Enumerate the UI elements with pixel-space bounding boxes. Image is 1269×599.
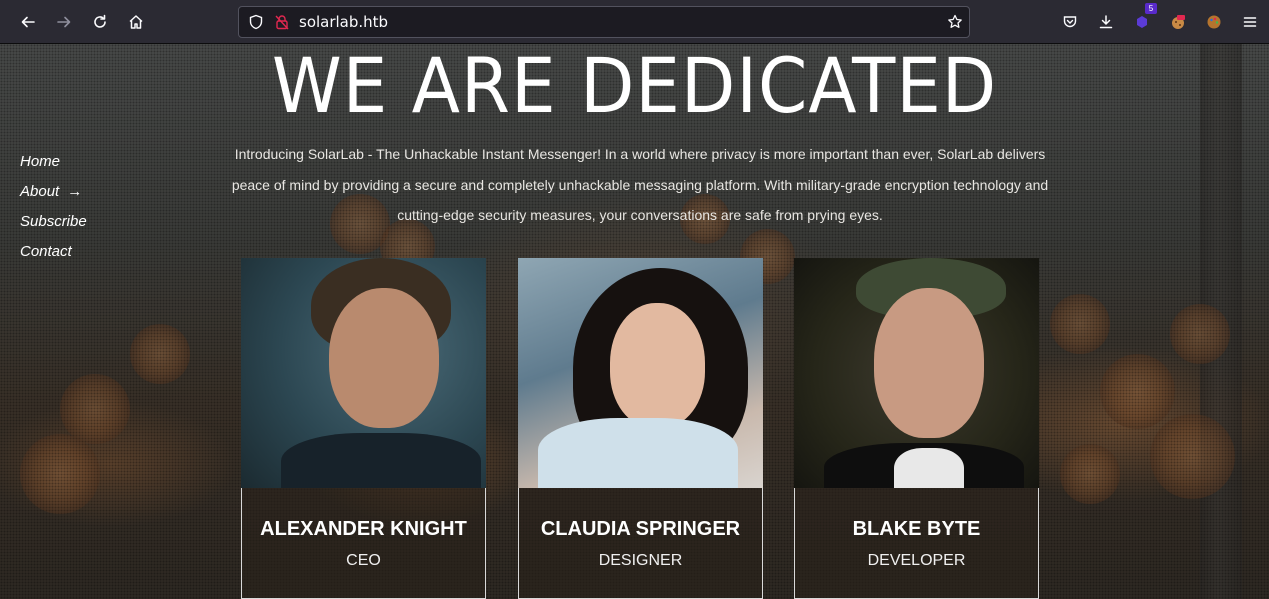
extension-badge: 5 [1145, 3, 1157, 14]
hamburger-menu-icon [1243, 17, 1257, 27]
team-member-name: BLAKE BYTE [852, 518, 981, 540]
team-card: CLAUDIA SPRINGER DESIGNER [518, 258, 763, 599]
extension-button-1[interactable]: 5 [1126, 3, 1158, 38]
side-navigation: Home About → Subscribe Contact [20, 147, 87, 267]
team-info: ALEXANDER KNIGHT CEO [241, 488, 486, 599]
menu-button[interactable] [1234, 6, 1266, 38]
forward-button[interactable] [48, 6, 80, 38]
nav-link-about[interactable]: About → [20, 177, 87, 207]
pocket-button[interactable] [1054, 6, 1086, 38]
url-bar[interactable]: solarlab.htb [238, 6, 970, 38]
browser-toolbar: solarlab.htb 5 [0, 0, 1269, 44]
team-member-role: CEO [346, 552, 381, 569]
team-member-role: DESIGNER [598, 552, 683, 569]
shield-icon[interactable] [248, 14, 264, 30]
arrow-right-icon [57, 16, 71, 28]
team-member-role: DEVELOPER [867, 552, 966, 569]
nav-link-home[interactable]: Home [20, 147, 87, 177]
team-photo [794, 258, 1039, 488]
team-member-name: CLAUDIA SPRINGER [540, 518, 741, 540]
download-icon [1099, 15, 1113, 29]
extension-purple-icon [1137, 16, 1147, 28]
background-tree [1200, 44, 1242, 599]
bookmark-star-icon[interactable] [947, 14, 963, 30]
team-card: ALEXANDER KNIGHT CEO [241, 258, 486, 599]
reload-button[interactable] [84, 6, 116, 38]
downloads-button[interactable] [1090, 6, 1122, 38]
arrow-left-icon [21, 16, 35, 28]
nav-link-contact[interactable]: Contact [20, 237, 87, 267]
arrow-right-icon: → [67, 183, 83, 200]
palette-extension-icon [1207, 15, 1221, 29]
insecure-lock-icon[interactable] [274, 14, 290, 30]
intro-paragraph: Introducing SolarLab - The Unhackable In… [231, 146, 1049, 223]
team-photo [241, 258, 486, 488]
team-info: BLAKE BYTE DEVELOPER [794, 488, 1039, 599]
reload-icon [94, 14, 106, 28]
nav-link-subscribe[interactable]: Subscribe [20, 207, 87, 237]
extension-button-3[interactable] [1198, 6, 1230, 38]
team-info: CLAUDIA SPRINGER DESIGNER [518, 488, 763, 599]
home-button[interactable] [120, 6, 152, 38]
page-content: WE ARE DEDICATED Introducing SolarLab - … [0, 44, 1269, 599]
home-icon [129, 15, 143, 29]
back-button[interactable] [12, 6, 44, 38]
cookie-extension-icon [1172, 15, 1185, 29]
hero-title: WE ARE DEDICATED [271, 44, 998, 130]
url-text[interactable]: solarlab.htb [299, 14, 388, 31]
team-photo [518, 258, 763, 488]
team-member-name: ALEXANDER KNIGHT [260, 518, 467, 540]
team-card: BLAKE BYTE DEVELOPER [794, 258, 1039, 599]
pocket-icon [1063, 16, 1077, 28]
extension-button-2[interactable] [1162, 6, 1194, 38]
